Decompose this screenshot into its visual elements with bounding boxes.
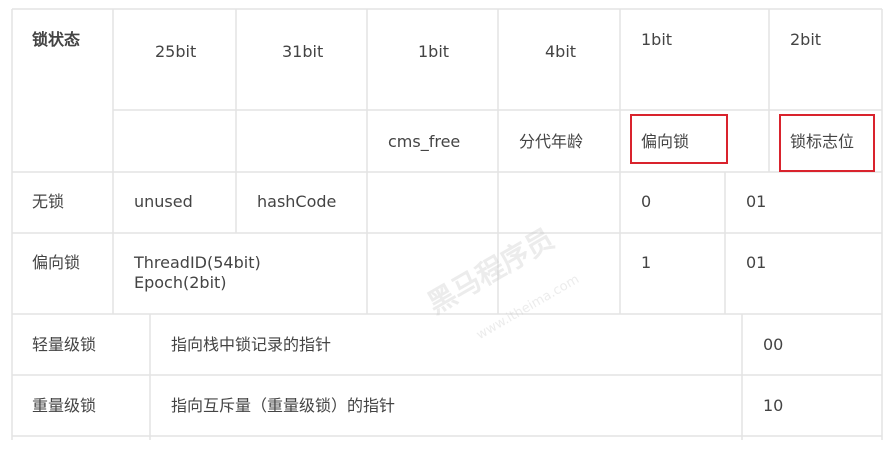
row-lightweight-state: 轻量级锁: [32, 335, 97, 354]
table-grid: [11, 8, 883, 440]
header-lock-flag: 锁标志位: [790, 132, 855, 151]
header-cms-free: cms_free: [388, 132, 461, 151]
row-lock-free-hash: hashCode: [257, 192, 337, 211]
header-state-label: 锁状态: [32, 30, 81, 49]
row-lock-free-flag: 01: [746, 192, 767, 211]
row-heavyweight-desc: 指向互斥量（重量级锁）的指针: [171, 396, 396, 415]
header-bits-25: 25bit: [155, 42, 197, 61]
row-heavyweight-state: 重量级锁: [32, 396, 97, 415]
header-bits-4: 4bit: [545, 42, 577, 61]
row-biased-flag: 01: [746, 253, 767, 272]
row-lightweight-desc: 指向栈中锁记录的指针: [171, 335, 332, 354]
header-bits-1-biased: 1bit: [641, 30, 673, 49]
header-age: 分代年龄: [519, 132, 584, 151]
row-biased-state: 偏向锁: [32, 253, 81, 272]
row-lock-free-state: 无锁: [32, 192, 65, 211]
header-bits-31: 31bit: [282, 42, 324, 61]
row-lock-free-unused: unused: [134, 192, 193, 211]
header-biased-lock: 偏向锁: [641, 132, 690, 151]
row-lock-free-biased: 0: [641, 192, 652, 211]
row-biased-biased: 1: [641, 253, 652, 272]
row-biased-epoch: Epoch(2bit): [134, 273, 227, 292]
row-heavyweight-flag: 10: [763, 396, 784, 415]
header-bits-1-cms: 1bit: [418, 42, 450, 61]
row-lightweight-flag: 00: [763, 335, 784, 354]
row-biased-thread-id: ThreadID(54bit): [134, 253, 261, 272]
header-bits-2: 2bit: [790, 30, 822, 49]
